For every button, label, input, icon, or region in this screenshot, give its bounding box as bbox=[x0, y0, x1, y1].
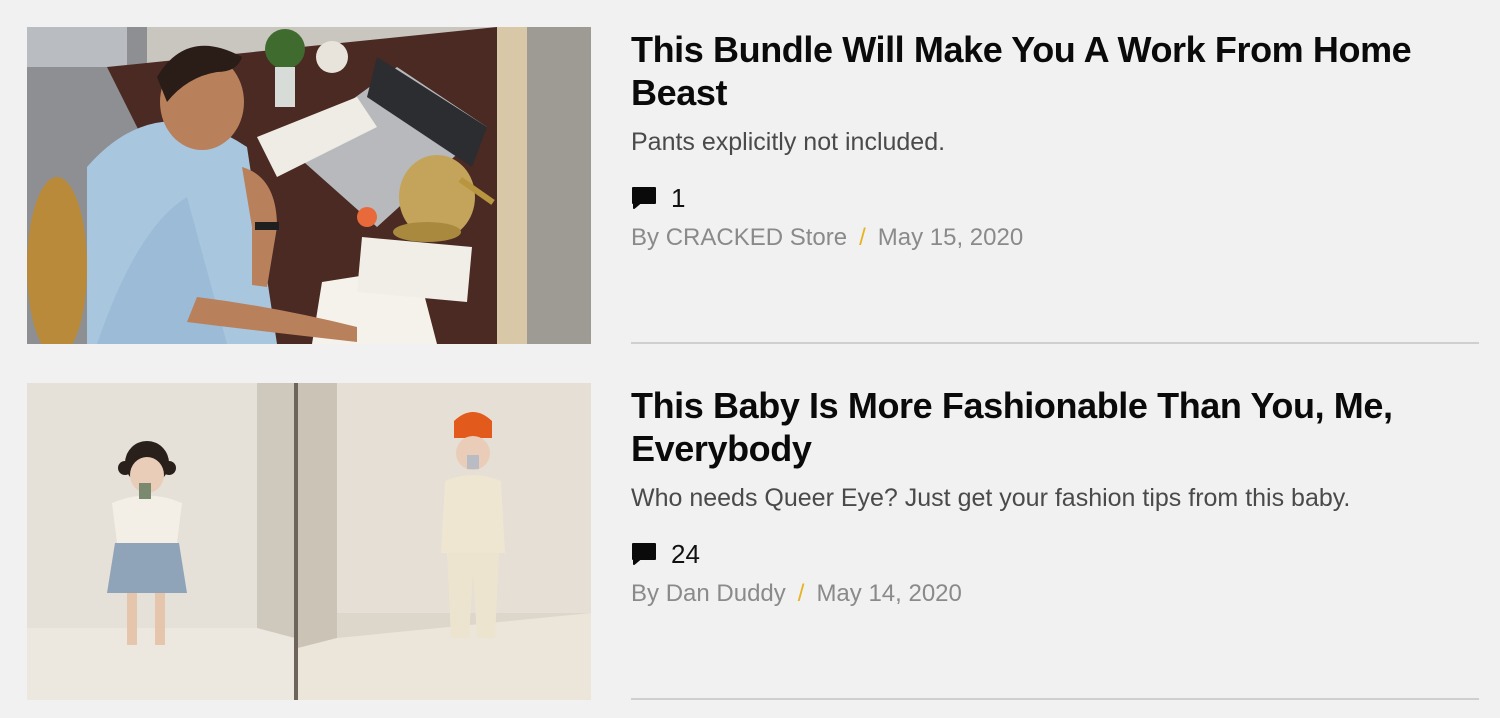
article-byline: By Dan Duddy / May 14, 2020 bbox=[631, 579, 1479, 609]
comment-count: 24 bbox=[671, 539, 700, 569]
byline-prefix: By bbox=[631, 580, 660, 607]
article-subtitle: Who needs Queer Eye? Just get your fashi… bbox=[631, 484, 1351, 512]
author-link[interactable]: CRACKED Store bbox=[666, 224, 847, 251]
byline-separator: / bbox=[797, 580, 805, 607]
comment-icon bbox=[631, 542, 657, 566]
man-at-desk-photo bbox=[27, 27, 591, 344]
article-subtitle: Pants explicitly not included. bbox=[631, 128, 946, 156]
article-thumbnail[interactable] bbox=[27, 383, 591, 700]
comment-count: 1 bbox=[671, 183, 686, 213]
comments-link[interactable]: 1 bbox=[631, 183, 1479, 213]
article-title[interactable]: This Baby Is More Fashionable Than You, … bbox=[631, 384, 1479, 470]
author-link[interactable]: Dan Duddy bbox=[666, 580, 786, 607]
publish-date: May 15, 2020 bbox=[877, 224, 1024, 251]
article-content: This Baby Is More Fashionable Than You, … bbox=[631, 384, 1479, 609]
article-divider bbox=[631, 698, 1479, 700]
comment-icon bbox=[631, 186, 657, 210]
comments-link[interactable]: 24 bbox=[631, 539, 1479, 569]
article-card: This Bundle Will Make You A Work From Ho… bbox=[0, 0, 1500, 356]
article-content: This Bundle Will Make You A Work From Ho… bbox=[631, 28, 1479, 253]
baby-outfits-photo bbox=[27, 383, 591, 700]
article-byline: By CRACKED Store / May 15, 2020 bbox=[631, 223, 1479, 253]
article-title[interactable]: This Bundle Will Make You A Work From Ho… bbox=[631, 28, 1479, 114]
byline-prefix: By bbox=[631, 224, 660, 251]
byline-separator: / bbox=[859, 224, 866, 251]
publish-date: May 14, 2020 bbox=[816, 580, 962, 607]
article-divider bbox=[631, 342, 1479, 344]
article-feed: This Bundle Will Make You A Work From Ho… bbox=[0, 0, 1500, 718]
article-card: This Baby Is More Fashionable Than You, … bbox=[0, 356, 1500, 712]
article-thumbnail[interactable] bbox=[27, 27, 591, 344]
